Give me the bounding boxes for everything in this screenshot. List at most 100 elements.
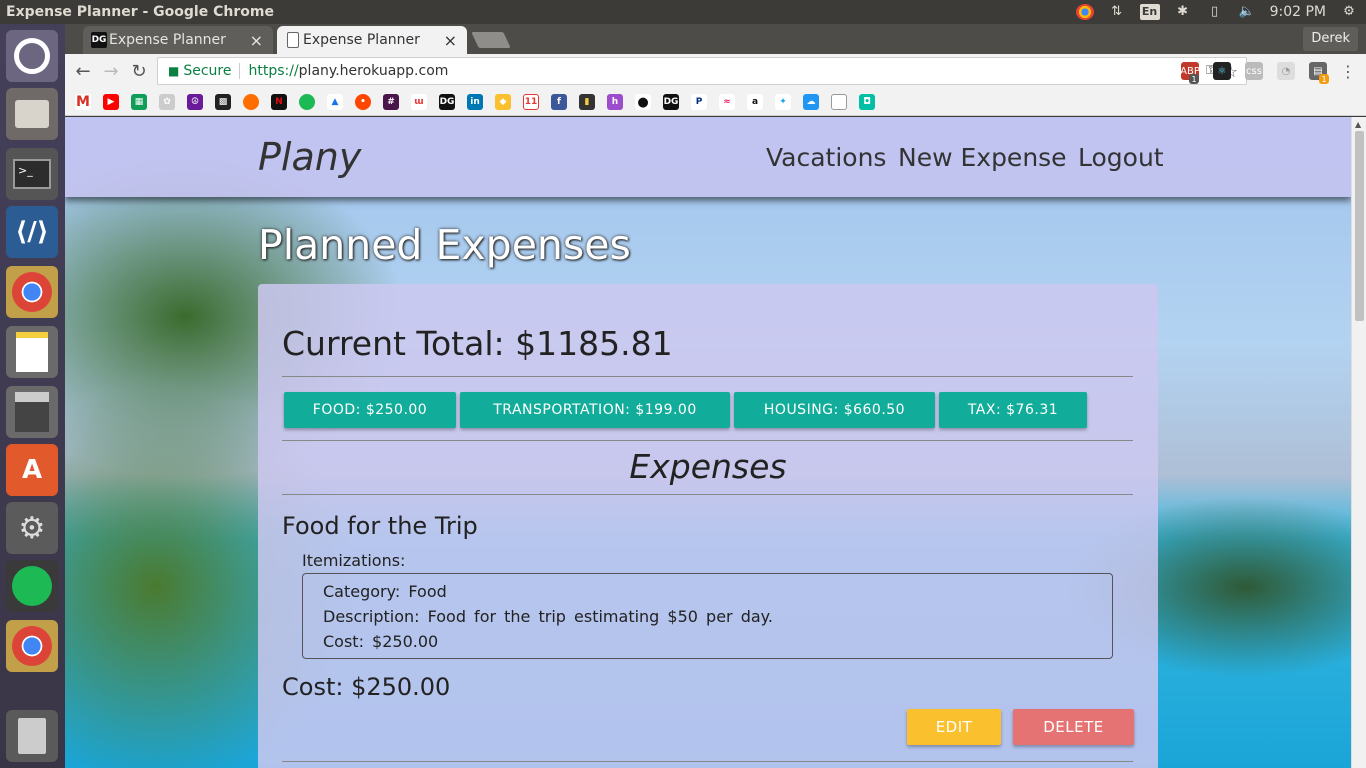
slack-bookmark-icon[interactable]: #: [383, 94, 399, 110]
spotify-bookmark-icon[interactable]: [299, 94, 315, 110]
divider: [282, 376, 1133, 377]
site-brand[interactable]: Plany: [258, 135, 361, 179]
settings-gear-icon[interactable]: ⚙: [1340, 4, 1358, 20]
ai-bookmark-icon[interactable]: ɯ: [411, 94, 427, 110]
amazon-bookmark-icon[interactable]: a: [747, 94, 763, 110]
scrollbar-thumb[interactable]: [1355, 131, 1364, 321]
netflix-bookmark-icon[interactable]: N: [271, 94, 287, 110]
chrome-launcher-icon-2[interactable]: [6, 620, 58, 672]
reload-icon[interactable]: ↻: [125, 61, 153, 82]
chrome-launcher-icon[interactable]: [6, 266, 58, 318]
tab-expense-planner-2[interactable]: Expense Planner ×: [277, 26, 467, 54]
page-title: Planned Expenses: [258, 221, 631, 269]
tab-expense-planner-1[interactable]: DG Expense Planner ×: [83, 26, 273, 54]
gmail-bookmark-icon[interactable]: M: [75, 94, 91, 110]
dg-bookmark-icon[interactable]: DG: [439, 94, 455, 110]
window-title: Expense Planner - Google Chrome: [6, 4, 274, 20]
spotify-icon[interactable]: [6, 560, 58, 612]
book-bookmark-icon[interactable]: ▮: [579, 94, 595, 110]
calculator-icon[interactable]: [6, 386, 58, 438]
current-total: Current Total: $1185.81: [282, 324, 673, 363]
itemization-cost: Cost: $250.00: [323, 632, 439, 651]
peace-bookmark-icon[interactable]: ☮: [187, 94, 203, 110]
volume-icon[interactable]: 🔈: [1238, 4, 1256, 20]
itemizations-label: Itemizations:: [302, 551, 406, 570]
divider: [282, 440, 1133, 441]
sheets-bookmark-icon[interactable]: ▦: [131, 94, 147, 110]
vscode-icon[interactable]: ⟨/⟩: [6, 206, 58, 258]
dg-bookmark-icon-2[interactable]: DG: [663, 94, 679, 110]
extension-badge: 1: [1189, 74, 1199, 84]
app-bookmark-icon[interactable]: ◘: [859, 94, 875, 110]
grid-bookmark-icon[interactable]: ▩: [215, 94, 231, 110]
address-bar[interactable]: ■ Secure https:// plany.herokuapp.com ⚿ …: [157, 57, 1247, 85]
drive-bookmark-icon[interactable]: ▲: [327, 94, 343, 110]
forward-arrow-icon[interactable]: →: [97, 61, 125, 82]
clock[interactable]: 9:02 PM: [1270, 4, 1326, 20]
category-chip-transportation[interactable]: TRANSPORTATION: $199.00: [460, 392, 730, 428]
calendar-bookmark-icon[interactable]: 11: [523, 94, 539, 110]
itemization-description: Description: Food for the trip estimatin…: [323, 607, 773, 626]
back-arrow-icon[interactable]: ←: [69, 61, 97, 82]
chrome-indicator-icon[interactable]: [1075, 4, 1094, 20]
divider: [282, 494, 1133, 495]
category-chip-food[interactable]: FOOD: $250.00: [284, 392, 456, 428]
profile-button[interactable]: Derek: [1303, 27, 1358, 51]
file-manager-icon[interactable]: [6, 88, 58, 140]
url-host: plany.herokuapp.com: [298, 63, 449, 79]
site-navbar: Plany Vacations New Expense Logout: [65, 117, 1351, 197]
youtube-bookmark-icon[interactable]: ▶: [103, 94, 119, 110]
security-label: Secure: [183, 63, 241, 79]
text-editor-icon[interactable]: [6, 326, 58, 378]
delete-button[interactable]: DELETE: [1013, 709, 1134, 745]
css-extension-icon[interactable]: css: [1245, 62, 1263, 80]
itemization-box: Category: Food Description: Food for the…: [302, 573, 1113, 659]
extension-badge: 1: [1319, 74, 1329, 84]
tab-strip: DG Expense Planner × Expense Planner × D…: [65, 24, 1366, 54]
expense-cost: Cost: $250.00: [282, 673, 451, 701]
url-scheme: https://: [248, 63, 299, 79]
lock-icon: ■: [168, 64, 180, 78]
trash-icon[interactable]: [6, 710, 58, 762]
itemization-category: Category: Food: [323, 582, 447, 601]
facebook-bookmark-icon[interactable]: f: [551, 94, 567, 110]
photos-bookmark-icon[interactable]: ✿: [159, 94, 175, 110]
cloud-bookmark-icon[interactable]: ☁: [803, 94, 819, 110]
close-tab-icon[interactable]: ×: [444, 31, 457, 50]
scroll-up-arrow-icon[interactable]: ▲: [1355, 120, 1361, 129]
heroku-bookmark-icon[interactable]: h: [607, 94, 623, 110]
system-settings-icon[interactable]: ⚙: [6, 502, 58, 554]
bluetooth-icon[interactable]: ✱: [1174, 4, 1192, 20]
network-transfer-icon[interactable]: ⇅: [1108, 4, 1126, 20]
dg-favicon-icon: DG: [91, 32, 107, 48]
chrome-menu-icon[interactable]: ⋮: [1339, 62, 1357, 81]
linkedin-bookmark-icon[interactable]: in: [467, 94, 483, 110]
folder-bookmark-icon[interactable]: ◆: [495, 94, 511, 110]
terminal-icon[interactable]: >_: [6, 148, 58, 200]
nav-new-expense-link[interactable]: New Expense: [898, 143, 1067, 172]
tab-label: Expense Planner: [303, 32, 420, 48]
os-top-panel: Expense Planner - Google Chrome ⇅ En ✱ ▯…: [0, 0, 1366, 24]
github-bookmark-icon[interactable]: ●: [635, 94, 651, 110]
react-devtools-icon[interactable]: ⚛: [1213, 62, 1231, 80]
category-chip-tax[interactable]: TAX: $76.31: [939, 392, 1087, 428]
ubuntu-dash-icon[interactable]: [6, 30, 58, 82]
wave-bookmark-icon[interactable]: ≈: [719, 94, 735, 110]
nav-vacations-link[interactable]: Vacations: [766, 143, 886, 172]
nav-logout-link[interactable]: Logout: [1078, 143, 1164, 172]
mouse-battery-icon[interactable]: ▯: [1206, 4, 1224, 20]
extension-icon[interactable]: ◔: [1277, 62, 1295, 80]
page-scrollbar[interactable]: ▲: [1351, 117, 1366, 768]
category-chip-housing[interactable]: HOUSING: $660.50: [734, 392, 935, 428]
close-tab-icon[interactable]: ×: [250, 31, 263, 50]
paypal-bookmark-icon[interactable]: P: [691, 94, 707, 110]
edit-button[interactable]: EDIT: [907, 709, 1001, 745]
twitter-bookmark-icon[interactable]: ✦: [775, 94, 791, 110]
expense-name: Food for the Trip: [282, 512, 478, 540]
new-tab-button[interactable]: [471, 32, 511, 48]
software-center-icon[interactable]: A: [6, 444, 58, 496]
reddit-bookmark-icon[interactable]: •: [355, 94, 371, 110]
keyboard-layout-indicator[interactable]: En: [1139, 4, 1160, 20]
page-bookmark-icon[interactable]: [831, 94, 847, 110]
orange-bookmark-icon[interactable]: [243, 94, 259, 110]
